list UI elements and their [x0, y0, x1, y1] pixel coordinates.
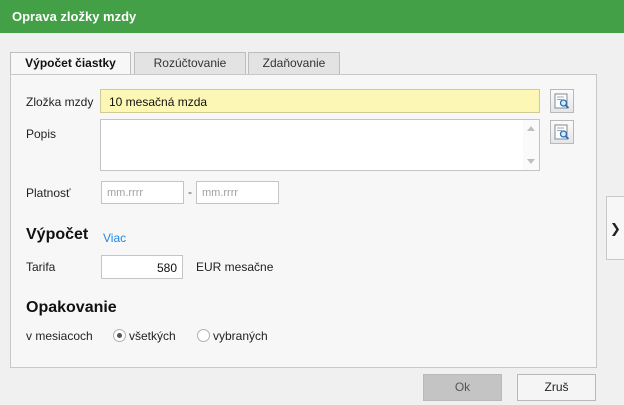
zlozka-mzdy-input[interactable]: 10 mesačná mzda — [100, 89, 540, 113]
chevron-right-icon: ❯ — [610, 221, 621, 236]
scroll-up-icon[interactable] — [527, 126, 535, 131]
tab-zdanovanie[interactable]: Zdaňovanie — [248, 52, 340, 75]
lookup-search-icon — [554, 93, 570, 109]
popis-lookup-button[interactable] — [550, 120, 574, 144]
tarifa-input[interactable]: 580 — [101, 255, 183, 279]
popis-scrollbar[interactable] — [523, 120, 539, 170]
tab-rozuctovanie[interactable]: Rozúčtovanie — [134, 52, 246, 75]
ok-button[interactable]: Ok — [423, 374, 502, 401]
scroll-down-icon[interactable] — [527, 159, 535, 164]
cancel-button[interactable]: Zruš — [517, 374, 596, 401]
popis-textarea[interactable] — [100, 119, 540, 171]
date-range-separator: - — [188, 185, 192, 199]
popis-label: Popis — [26, 127, 57, 141]
tab-vypocet-ciastky[interactable]: Výpočet čiastky — [10, 52, 131, 76]
tarifa-label: Tarifa — [26, 260, 56, 274]
lookup-search-icon — [554, 124, 570, 140]
zlozka-lookup-button[interactable] — [550, 89, 574, 113]
radio-selected-dot — [117, 333, 122, 338]
side-panel-toggle[interactable]: ❯ — [606, 196, 624, 260]
window-titlebar: Oprava zložky mzdy — [0, 0, 624, 33]
zlozka-mzdy-label: Zložka mzdy — [26, 95, 94, 109]
vypocet-heading: Výpočet — [26, 226, 89, 243]
platnost-do-input[interactable]: mm.rrrr — [196, 181, 279, 204]
radio-vsetkych[interactable] — [113, 329, 126, 342]
window-title: Oprava zložky mzdy — [12, 9, 137, 24]
radio-vybranych[interactable] — [197, 329, 210, 342]
radio-vybranych-label[interactable]: vybraných — [213, 329, 268, 343]
tarifa-unit: EUR mesačne — [196, 260, 274, 274]
platnost-od-input[interactable]: mm.rrrr — [101, 181, 184, 204]
platnost-label: Platnosť — [26, 186, 71, 200]
radio-vsetkych-label[interactable]: všetkých — [129, 329, 176, 343]
zlozka-mzdy-value: 10 mesačná mzda — [109, 95, 208, 109]
v-mesiacoch-label: v mesiacoch — [26, 329, 93, 343]
viac-link[interactable]: Viac — [103, 231, 126, 245]
opakovanie-heading: Opakovanie — [26, 299, 117, 316]
